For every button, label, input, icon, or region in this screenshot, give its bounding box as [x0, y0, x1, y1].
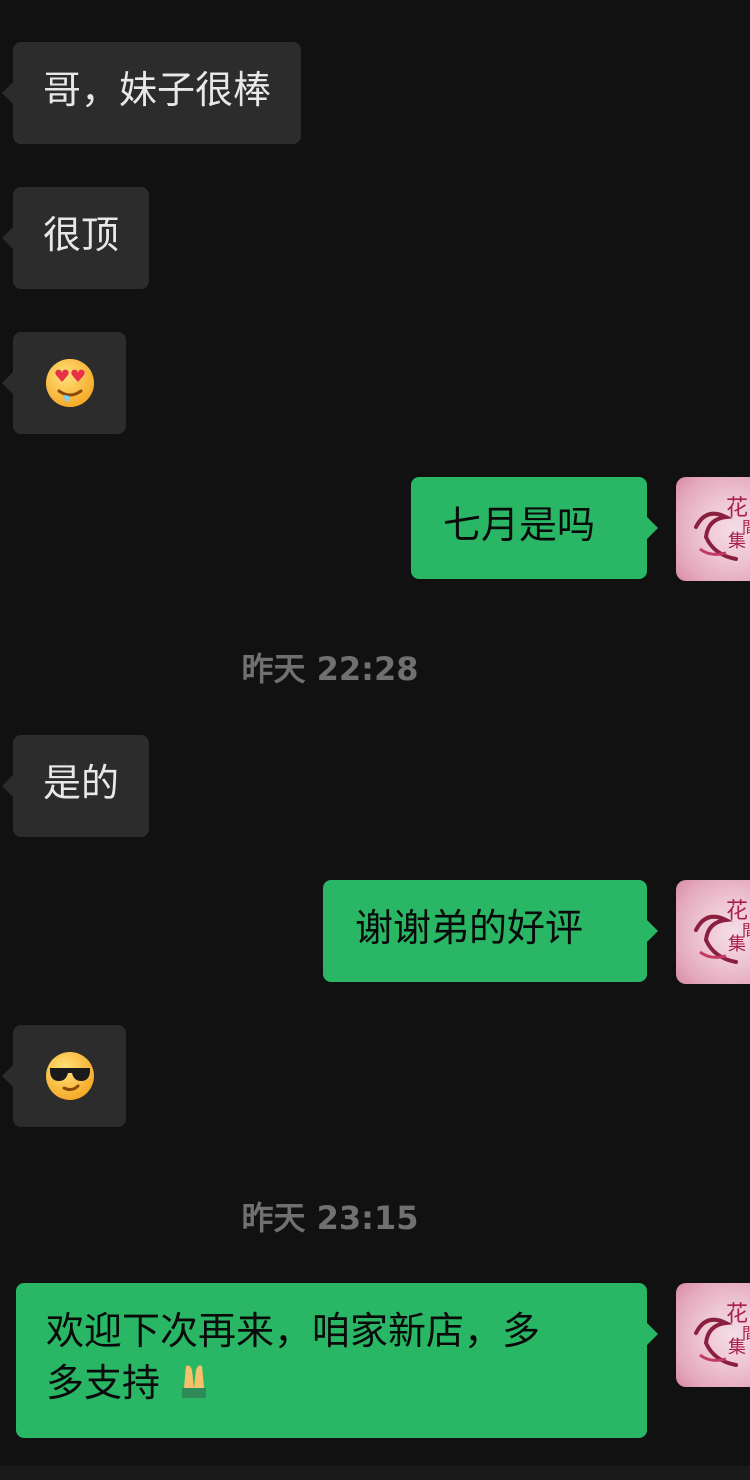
svg-text:集: 集 — [728, 1337, 746, 1358]
avatar-logo-icon: 花 間 集 — [694, 1302, 750, 1367]
outgoing-message-bubble[interactable]: 七月是吗 — [411, 477, 658, 579]
incoming-message-bubble[interactable]: 很顶 — [2, 187, 150, 289]
message-text: 很顶 — [43, 213, 120, 257]
sunglasses-smile-emoji-icon — [46, 1052, 94, 1100]
bottom-divider — [0, 1466, 750, 1480]
chat-timestamp: 昨天 22:28 — [241, 650, 419, 688]
message-text-line: 欢迎下次再来，咱家新店，多 — [46, 1309, 541, 1353]
message-text: 是的 — [43, 761, 120, 805]
avatar-logo-icon: 花 間 集 — [694, 496, 750, 561]
bubble-tail — [647, 920, 658, 942]
heart-eyes-drooling-emoji-icon — [46, 359, 94, 407]
folded-hands-emoji-icon — [182, 1365, 207, 1398]
incoming-message-bubble[interactable] — [2, 332, 126, 434]
outgoing-message-bubble[interactable]: 欢迎下次再来，咱家新店，多 多支持 — [16, 1283, 658, 1438]
bubble-tail — [647, 517, 658, 539]
incoming-message-bubble[interactable]: 是的 — [2, 735, 150, 837]
message-text-line-wrap: 多支持 — [46, 1357, 617, 1409]
message-text: 谢谢弟的好评 — [355, 906, 584, 950]
bubble-tail — [2, 775, 13, 797]
incoming-message-bubble[interactable] — [2, 1025, 126, 1127]
shop-avatar[interactable]: 花 間 集 — [676, 1283, 750, 1387]
svg-text:集: 集 — [728, 934, 746, 955]
bubble-tail — [2, 372, 13, 394]
incoming-message-bubble[interactable]: 哥，妹子很棒 — [2, 42, 302, 144]
shop-avatar[interactable]: 花 間 集 — [676, 477, 750, 581]
avatar-logo-icon: 花 間 集 — [694, 899, 750, 964]
message-text: 七月是吗 — [443, 503, 596, 547]
chat-timestamp: 昨天 23:15 — [241, 1199, 419, 1237]
shop-avatar[interactable]: 花 間 集 — [676, 880, 750, 984]
svg-text:集: 集 — [728, 531, 746, 552]
bubble-tail — [647, 1323, 658, 1345]
message-text: 哥，妹子很棒 — [43, 68, 272, 112]
bubble-tail — [2, 227, 13, 249]
outgoing-message-bubble[interactable]: 谢谢弟的好评 — [323, 880, 658, 982]
bubble-tail — [2, 1065, 13, 1087]
message-text-line: 多支持 — [46, 1361, 161, 1405]
bubble-tail — [2, 82, 13, 104]
